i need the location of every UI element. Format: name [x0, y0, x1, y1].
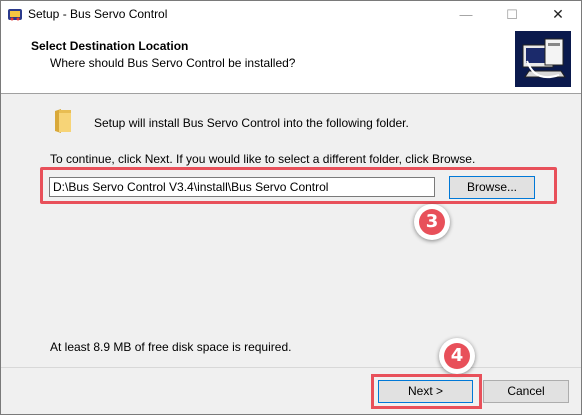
footer-divider: [1, 367, 581, 368]
close-button[interactable]: ✕: [535, 1, 581, 28]
minimize-button[interactable]: —: [443, 1, 489, 28]
maximize-button[interactable]: ☐: [489, 1, 535, 28]
page-title: Select Destination Location: [31, 39, 189, 53]
badge-number: 3: [419, 209, 445, 235]
next-button[interactable]: Next >: [378, 380, 473, 403]
destination-path-input[interactable]: [49, 177, 435, 197]
folder-icon: [53, 108, 73, 134]
annotation-badge-step3: 3: [414, 204, 450, 240]
cancel-button[interactable]: Cancel: [483, 380, 569, 403]
window-title: Setup - Bus Servo Control: [28, 7, 168, 21]
annotation-badge-step4: 4: [439, 338, 475, 374]
instruction-text: To continue, click Next. If you would li…: [50, 152, 476, 166]
setup-logo-icon: [515, 31, 571, 87]
badge-number: 4: [444, 343, 470, 369]
disk-space-text: At least 8.9 MB of free disk space is re…: [50, 340, 292, 354]
browse-button[interactable]: Browse...: [449, 176, 535, 199]
page-subtitle: Where should Bus Servo Control be instal…: [50, 56, 296, 70]
wizard-header: Select Destination Location Where should…: [1, 28, 581, 94]
intro-text: Setup will install Bus Servo Control int…: [94, 116, 409, 130]
title-bar: Setup - Bus Servo Control — ☐ ✕: [1, 1, 581, 28]
setup-window: Setup - Bus Servo Control — ☐ ✕ Select D…: [0, 0, 582, 415]
app-icon: [7, 6, 23, 22]
